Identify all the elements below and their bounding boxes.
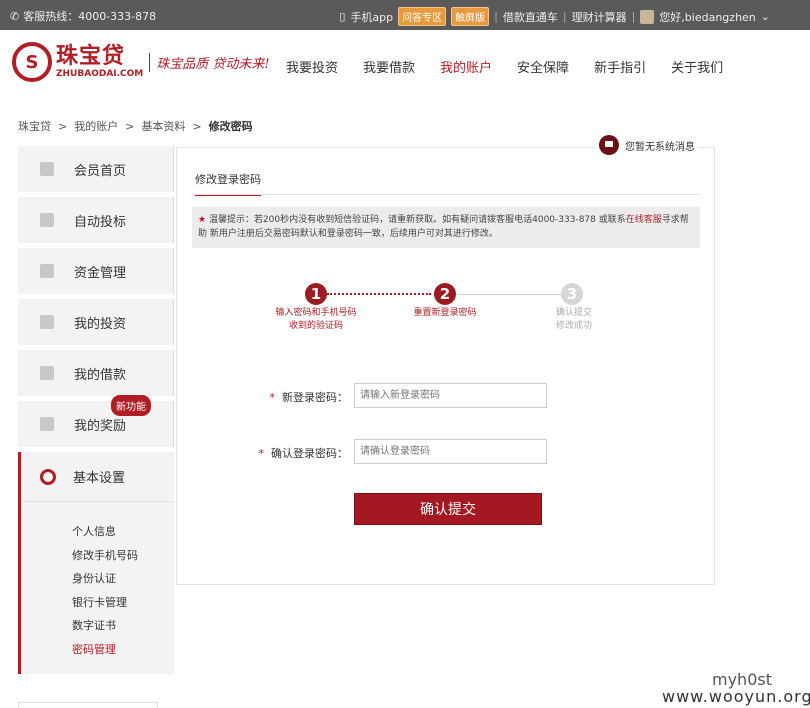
sidebar: 会员首页 自动投标 资金管理 我的投资 我的借款 我的奖励 新功能 基本设置 个… [18, 146, 174, 674]
breadcrumb-current: 修改密码 [208, 120, 253, 133]
watermark-site: www.wooyun.org [662, 687, 810, 706]
sidebar-item-label: 我的借款 [74, 367, 127, 383]
divider: | [494, 10, 498, 23]
settings-header[interactable]: 基本设置 [21, 452, 174, 502]
submit-button[interactable]: 确认提交 [354, 493, 542, 525]
breadcrumb-sep: > [125, 120, 135, 133]
nav-invest[interactable]: 我要投资 [286, 57, 338, 76]
logo-mark-icon: S [12, 42, 52, 82]
submenu-bank-cards[interactable]: 银行卡管理 [72, 591, 174, 615]
qa-link[interactable]: 问答专区 [398, 7, 447, 26]
submenu-change-phone[interactable]: 修改手机号码 [72, 544, 174, 568]
user-icon [40, 162, 54, 176]
hotline-text: 客服热线：4000-333-878 [23, 10, 157, 23]
tip-text-line2: 助 新用户注册后交易密码默认和登录密码一致，后续用户可对其进行修改。 [198, 229, 498, 239]
online-service-link[interactable]: 在线客服 [626, 215, 662, 225]
step-2-circle: 2 [434, 283, 456, 305]
user-greeting[interactable]: 您好,biedangzhen [659, 9, 755, 25]
top-bar: ✆ 客服热线：4000-333-878 ▯ 手机app 问答专区 触屏版 | 借… [0, 0, 810, 30]
sidebar-item-rewards[interactable]: 我的奖励 新功能 [18, 395, 174, 447]
nav-my-account[interactable]: 我的账户 [440, 57, 492, 76]
message-text: 您暂无系统消息 [625, 141, 695, 153]
breadcrumb-sep: > [58, 120, 68, 133]
sidebar-bottom-edge [18, 702, 158, 708]
confirm-password-label: * 确认登录密码： [258, 447, 349, 460]
slogan: 珠宝品质 贷动未来! [149, 52, 270, 72]
logo[interactable]: S 珠宝贷 ZHUBAODAI.COM 珠宝品质 贷动未来! [12, 42, 270, 82]
main-nav: 我要投资 我要借款 我的账户 安全保障 新手指引 关于我们 [286, 57, 748, 76]
layers-icon [40, 417, 54, 431]
step-progress-pending [457, 294, 561, 295]
sidebar-item-label: 会员首页 [74, 163, 127, 179]
calculator-link[interactable]: 理财计算器 [572, 9, 627, 25]
star-icon: ★ [198, 215, 207, 225]
step-1-circle: 1 [305, 283, 327, 305]
tip-text-end: 寻求帮 [661, 215, 689, 225]
coin-icon [40, 315, 54, 329]
divider: | [562, 10, 567, 23]
logo-domain: ZHUBAODAI.COM [56, 68, 144, 79]
nav-guide[interactable]: 新手指引 [594, 57, 646, 76]
document-icon [40, 366, 54, 380]
sidebar-item-label: 我的投资 [74, 316, 127, 332]
submenu-profile[interactable]: 个人信息 [72, 520, 174, 544]
tab-divider [192, 194, 700, 195]
settings-title: 基本设置 [73, 471, 126, 486]
touch-link[interactable]: 触屏版 [451, 7, 490, 26]
divider: | [631, 10, 636, 23]
confirm-password-input[interactable] [354, 439, 547, 464]
breadcrumb-profile[interactable]: 基本资料 [141, 120, 185, 133]
nav-borrow[interactable]: 我要借款 [363, 57, 415, 76]
tab-change-login-password[interactable]: 修改登录密码 [195, 171, 261, 196]
sidebar-item-loans[interactable]: 我的借款 [18, 350, 174, 396]
breadcrumb-sep: > [192, 120, 202, 133]
step-3-label: 确认提交 修改成功 [555, 308, 592, 331]
site-header: S 珠宝贷 ZHUBAODAI.COM 珠宝品质 贷动未来! 我要投资 我要借款… [0, 30, 810, 100]
sidebar-item-investments[interactable]: 我的投资 [18, 299, 174, 345]
message-icon [599, 135, 619, 155]
sidebar-item-settings: 基本设置 个人信息 修改手机号码 身份认证 银行卡管理 数字证书 密码管理 [18, 452, 174, 674]
hotline: ✆ 客服热线：4000-333-878 [10, 8, 156, 24]
submenu-identity[interactable]: 身份认证 [72, 567, 174, 591]
settings-submenu: 个人信息 修改手机号码 身份认证 银行卡管理 数字证书 密码管理 [21, 502, 174, 661]
new-password-input[interactable] [354, 383, 547, 408]
step-1-label: 输入密码和手机号码 收到的验证码 [275, 308, 357, 331]
gear-icon [40, 468, 56, 485]
tip-text: 温馨提示：若200秒内没有收到短信验证码，请重新获取。如有疑问请拨客服电话400… [208, 215, 626, 225]
chevron-down-icon[interactable]: ⌄ [761, 10, 770, 23]
breadcrumb-account[interactable]: 我的账户 [74, 120, 118, 133]
phone-icon: ✆ [10, 9, 20, 23]
nav-about[interactable]: 关于我们 [671, 57, 723, 76]
submenu-certificate[interactable]: 数字证书 [72, 614, 174, 638]
breadcrumb-home[interactable]: 珠宝贷 [18, 120, 51, 133]
tip-box: ★ 温馨提示：若200秒内没有收到短信验证码，请重新获取。如有疑问请拨客服电话4… [192, 207, 700, 248]
mobile-icon: ▯ [339, 10, 346, 23]
sidebar-item-auto-bid[interactable]: 自动投标 [18, 197, 174, 243]
new-feature-badge: 新功能 [111, 395, 151, 416]
new-password-label: * 新登录密码： [269, 391, 349, 404]
sidebar-item-home[interactable]: 会员首页 [18, 146, 174, 192]
logo-text: 珠宝贷 [56, 43, 126, 69]
sidebar-item-label: 自动投标 [74, 214, 127, 230]
sidebar-item-label: 我的奖励 [74, 418, 127, 434]
sidebar-item-funds[interactable]: 资金管理 [18, 248, 174, 294]
avatar [640, 9, 655, 24]
app-link[interactable]: 手机app [350, 9, 393, 25]
nav-security[interactable]: 安全保障 [517, 57, 569, 76]
step-3-circle: 3 [561, 283, 583, 305]
hand-icon [40, 213, 54, 227]
sidebar-item-label: 资金管理 [74, 265, 127, 281]
submenu-password[interactable]: 密码管理 [72, 638, 174, 662]
chart-icon [40, 264, 54, 278]
step-progress-done [327, 293, 431, 295]
system-message[interactable]: 您暂无系统消息 [595, 135, 699, 155]
loan-express-link[interactable]: 借款直通车 [503, 9, 558, 25]
breadcrumb: 珠宝贷 > 我的账户 > 基本资料 > 修改密码 [18, 118, 253, 134]
step-2-label: 重置新登录密码 [413, 308, 477, 318]
